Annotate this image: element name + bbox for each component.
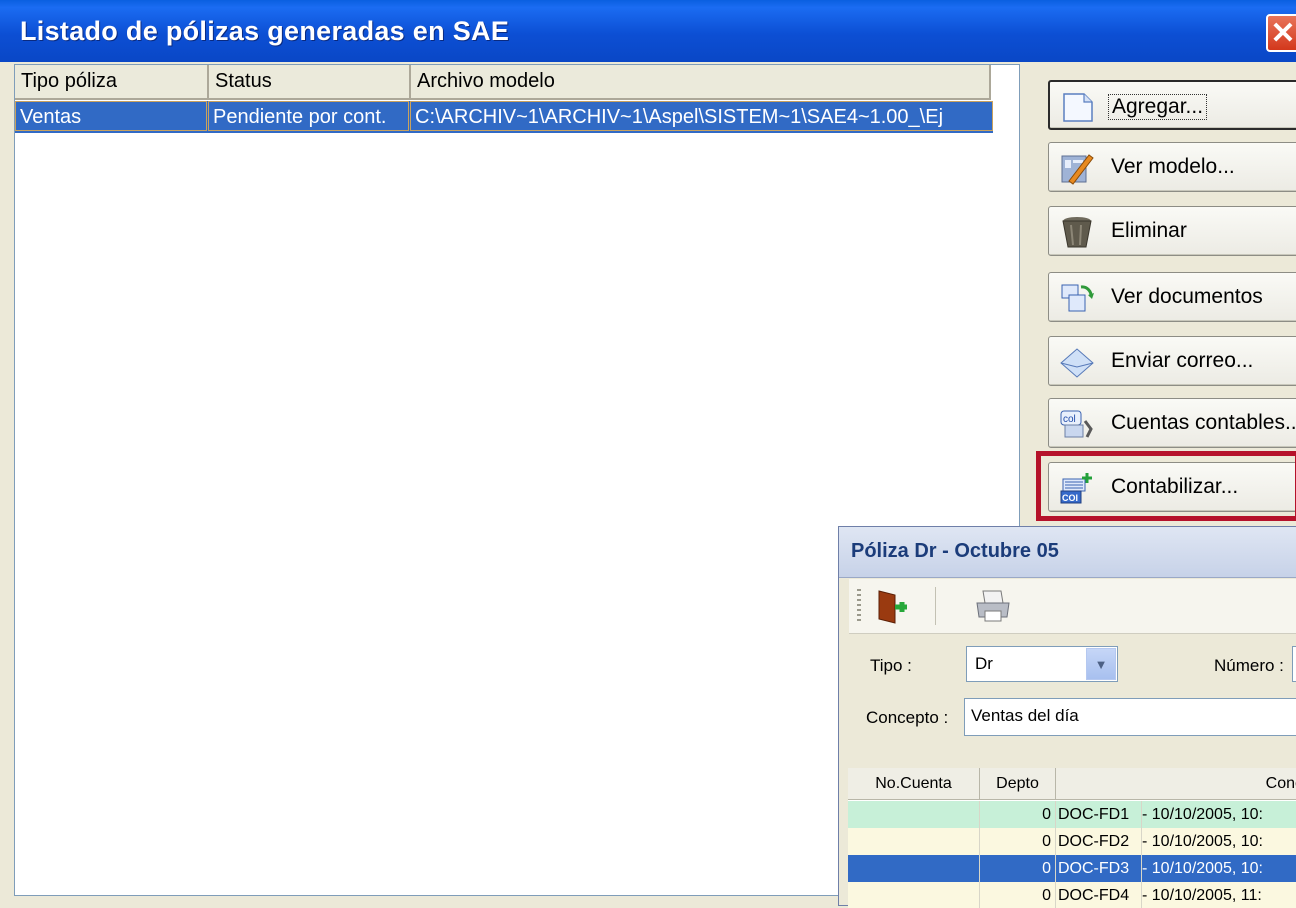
cell-concepto: - 10/10/2005, 10:	[1142, 855, 1296, 882]
tipo-value: Dr	[975, 654, 993, 673]
grid-header-concepto[interactable]: Conc	[1056, 768, 1296, 800]
window-title: Listado de pólizas generadas en SAE	[20, 16, 510, 46]
cell-depto: 0	[980, 828, 1056, 855]
svg-text:col: col	[1063, 414, 1076, 425]
poliza-grid[interactable]: No.Cuenta Depto Conc 0 DOC-FD1 - 10/10/2…	[848, 768, 1296, 908]
numero-label: Número :	[1214, 656, 1284, 675]
toolbar-grip	[857, 589, 861, 623]
poliza-titlebar[interactable]: Póliza Dr - Octubre 05	[839, 527, 1296, 578]
cell-tipo: Ventas	[15, 101, 207, 131]
window-titlebar[interactable]: Listado de pólizas generadas en SAE ✕	[0, 0, 1296, 62]
cell-concepto: - 10/10/2005, 10:	[1142, 801, 1296, 828]
chevron-down-icon[interactable]: ▼	[1086, 648, 1116, 680]
table-row[interactable]: 0 DOC-FD1 - 10/10/2005, 10:	[848, 801, 1296, 828]
grid-header-cuenta[interactable]: No.Cuenta	[848, 768, 980, 800]
ver-documentos-button[interactable]: Ver documentos	[1048, 272, 1296, 322]
poliza-title: Póliza Dr - Octubre 05	[851, 540, 1059, 562]
envelope-icon	[1060, 348, 1094, 378]
contabilizar-highlight-box	[1036, 451, 1296, 521]
eliminar-label: Eliminar	[1111, 219, 1187, 242]
cell-depto: 0	[980, 882, 1056, 908]
ver-modelo-label: Ver modelo...	[1111, 155, 1235, 178]
printer-icon[interactable]	[973, 585, 1015, 627]
column-header-tipo[interactable]: Tipo póliza	[15, 65, 209, 100]
cuentas-contables-label: Cuentas contables...	[1111, 411, 1296, 434]
cell-doc: DOC-FD1	[1056, 801, 1142, 828]
enviar-correo-button[interactable]: Enviar correo...	[1048, 336, 1296, 386]
column-header-archivo[interactable]: Archivo modelo	[411, 65, 991, 100]
cell-cuenta	[848, 828, 980, 855]
numero-field[interactable]	[1292, 646, 1296, 682]
tipo-label: Tipo :	[870, 656, 912, 675]
concepto-field[interactable]: Ventas del día	[964, 698, 1296, 736]
cell-archivo: C:\ARCHIV~1\ARCHIV~1\Aspel\SISTEM~1\SAE4…	[410, 101, 993, 131]
cell-doc: DOC-FD4	[1056, 882, 1142, 908]
enviar-correo-label: Enviar correo...	[1111, 349, 1254, 372]
close-icon[interactable]: ✕	[1266, 14, 1296, 52]
cell-cuenta	[848, 855, 980, 882]
concepto-label: Concepto :	[866, 708, 949, 727]
cell-depto: 0	[980, 855, 1056, 882]
cell-concepto: - 10/10/2005, 11:	[1142, 882, 1296, 908]
cuentas-contables-button[interactable]: col Cuentas contables...	[1048, 398, 1296, 448]
column-header-status[interactable]: Status	[209, 65, 411, 100]
concepto-value: Ventas del día	[971, 706, 1079, 725]
cell-status: Pendiente por cont.	[208, 101, 409, 131]
agregar-button[interactable]: Agregar...	[1048, 80, 1296, 130]
cell-doc: DOC-FD2	[1056, 828, 1142, 855]
table-row[interactable]: 0 DOC-FD2 - 10/10/2005, 10:	[848, 828, 1296, 855]
cell-depto: 0	[980, 801, 1056, 828]
table-row[interactable]: 0 DOC-FD4 - 10/10/2005, 11:	[848, 882, 1296, 908]
tipo-select[interactable]: Dr ▼	[966, 646, 1118, 682]
document-icon	[1063, 93, 1093, 122]
accounts-icon: col	[1060, 410, 1093, 438]
ver-modelo-button[interactable]: Ver modelo...	[1048, 142, 1296, 192]
cell-doc: DOC-FD3	[1056, 855, 1142, 882]
eliminar-button[interactable]: Eliminar	[1048, 206, 1296, 256]
exit-door-icon[interactable]	[871, 585, 913, 627]
model-pencil-icon	[1061, 154, 1094, 185]
trash-icon	[1062, 217, 1092, 248]
list-header: Tipo póliza Status Archivo modelo	[15, 65, 1005, 100]
poliza-toolbar	[849, 579, 1296, 634]
toolbar-separator	[935, 587, 936, 625]
agregar-label: Agregar...	[1108, 94, 1208, 120]
documents-icon	[1061, 284, 1094, 312]
cell-cuenta	[848, 801, 980, 828]
ver-documentos-label: Ver documentos	[1111, 285, 1263, 308]
table-row-selected[interactable]: 0 DOC-FD3 - 10/10/2005, 10:	[848, 855, 1296, 882]
cell-concepto: - 10/10/2005, 10:	[1142, 828, 1296, 855]
table-row[interactable]: Ventas Pendiente por cont. C:\ARCHIV~1\A…	[15, 101, 993, 133]
grid-header-depto[interactable]: Depto	[980, 768, 1056, 800]
cell-cuenta	[848, 882, 980, 908]
